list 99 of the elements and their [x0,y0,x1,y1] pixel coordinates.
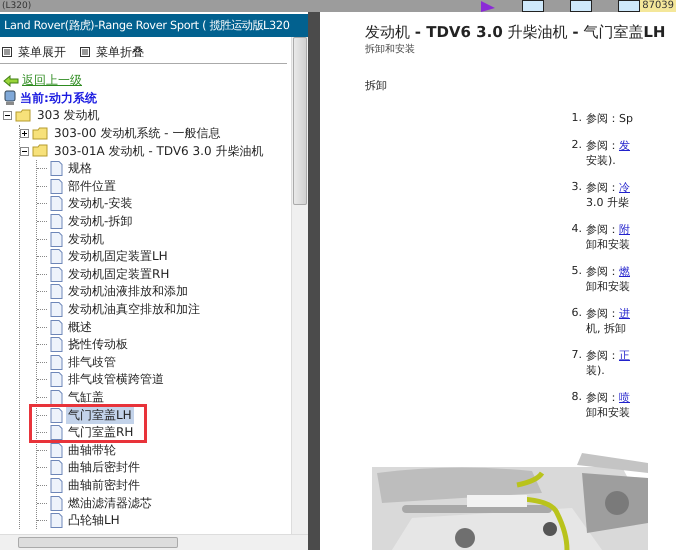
back-arrow-icon[interactable] [3,74,19,87]
reference-link[interactable]: 发 [619,139,630,152]
tree-item[interactable]: 发动机油真空排放和加注 [66,301,202,318]
step-text: 参阅： [586,349,619,362]
step-number: 6. [570,306,582,321]
tree-folder[interactable]: 303 发动机 [35,107,102,124]
document-icon [50,232,63,247]
step-number: 2. [570,138,582,153]
tree-item[interactable]: 曲轴后密封件 [66,459,142,476]
tree-folder[interactable]: 303-00 发动机系统 - 一般信息 [52,125,222,142]
document-icon [50,161,63,176]
document-icon [50,513,63,528]
step-text: 参阅： [586,265,619,278]
collapse-icon[interactable] [20,146,29,156]
document-icon [50,354,63,370]
step-text: 卸和安装 [586,279,630,294]
document-icon [50,178,63,194]
document-icon [50,337,63,352]
step-number: 7. [570,348,582,363]
step-text: 参阅： [586,181,619,194]
tree-folder[interactable]: 303-01A 发动机 - TDV6 3.0 升柴油机 [52,142,266,160]
document-icon [50,302,63,318]
tree-item[interactable]: 发动机固定装置RH [66,266,172,283]
tree-item[interactable]: 排气歧管横跨管道 [66,371,166,388]
tree-item[interactable]: 发动机-安装 [66,195,134,212]
computer-icon [3,90,17,106]
tree-item[interactable]: 燃油滤清器滤芯 [66,494,154,512]
folder-icon [32,144,49,158]
horizontal-scrollbar[interactable] [0,534,308,550]
document-icon [50,460,63,476]
document-icon [50,266,63,282]
step-text: 装). [586,363,606,378]
document-icon [50,390,63,405]
window-caption: (L320) [2,0,32,12]
document-icon [50,214,63,230]
tree-item[interactable]: 曲轴前密封件 [66,476,142,494]
step-number: 8. [570,390,582,405]
document-icon [50,408,63,423]
tree-item[interactable]: 气门室盖LH [66,406,134,424]
tree-item[interactable]: 概述 [66,318,94,336]
step-text: 卸和安装 [586,405,630,420]
reference-link[interactable]: 进 [619,307,630,320]
menu-button[interactable]: 菜单展开 [2,41,66,63]
back-link[interactable]: 返回上一级 [22,72,82,90]
step-number: 3. [570,180,582,195]
toolbar-button[interactable] [570,0,592,12]
document-icon [50,496,63,511]
step-text: 参阅： [586,223,619,236]
document-subtitle: 拆卸和安装 [365,42,416,56]
document-icon [50,425,63,440]
step-text: 参阅： [586,391,619,404]
document-icon [50,284,63,300]
menu-button[interactable]: 菜单折叠 [80,41,144,63]
tree-item[interactable]: 曲轴带轮 [66,442,118,459]
step-number: 1. [570,111,582,126]
step-text: 参阅： [586,307,619,320]
reference-link[interactable]: 燃 [619,265,630,278]
step-text: 参阅：Sp [586,112,633,125]
current-section: 当前:动力系统 [20,90,97,107]
reference-link[interactable]: 附 [619,223,630,236]
document-icon [50,249,63,264]
document-title: 发动机 - TDV6 3.0 升柴油机 - 气门室盖LH [365,23,666,42]
reference-link[interactable]: 喷 [619,391,630,404]
step-text: 安装). [586,153,617,168]
tree-item[interactable]: 发动机固定装置LH [66,248,170,266]
tree-item[interactable]: 规格 [66,160,94,178]
step-number: 5. [570,264,582,279]
tree-item[interactable]: 发动机-拆卸 [66,213,134,230]
toolbar-button[interactable] [522,0,544,12]
tree-item[interactable]: 气缸盖 [66,388,106,406]
tree-item[interactable]: 凸轮轴LH [66,512,122,530]
step-number: 4. [570,222,582,237]
folder-icon [32,126,49,141]
document-icon [50,372,63,388]
tree-item[interactable]: 发动机 [66,230,106,248]
step-text: 参阅： [586,139,619,152]
list-icon [80,47,90,57]
section-heading: 拆卸 [365,78,388,93]
folder-icon [15,108,32,123]
page-counter: 87039 [640,0,676,12]
tree-item[interactable]: 排气歧管 [66,354,118,371]
tree-item[interactable]: 挠性传动板 [66,336,130,354]
document-icon [50,478,63,493]
sidebar-title: Land Rover(路虎)-Range Rover Sport ( 揽胜运动版L320 [0,14,308,37]
step-text: 3.0 升柴 [586,195,630,210]
reference-link[interactable]: 正 [619,349,630,362]
step-text: 机, 拆卸 [586,321,627,336]
collapse-icon[interactable] [3,111,12,120]
step-text: 卸和安装 [586,237,630,252]
tree-item[interactable]: 发动机油液排放和添加 [66,283,190,300]
reference-link[interactable]: 冷 [619,181,630,194]
expand-icon[interactable] [20,129,29,138]
toolbar-button[interactable] [618,0,640,12]
vertical-scrollbar[interactable] [291,37,308,534]
document-icon [50,320,63,335]
document-icon [50,196,63,212]
tree-item[interactable]: 气门室盖RH [66,424,136,442]
tree-item[interactable]: 部件位置 [66,178,118,195]
document-icon [50,442,63,458]
